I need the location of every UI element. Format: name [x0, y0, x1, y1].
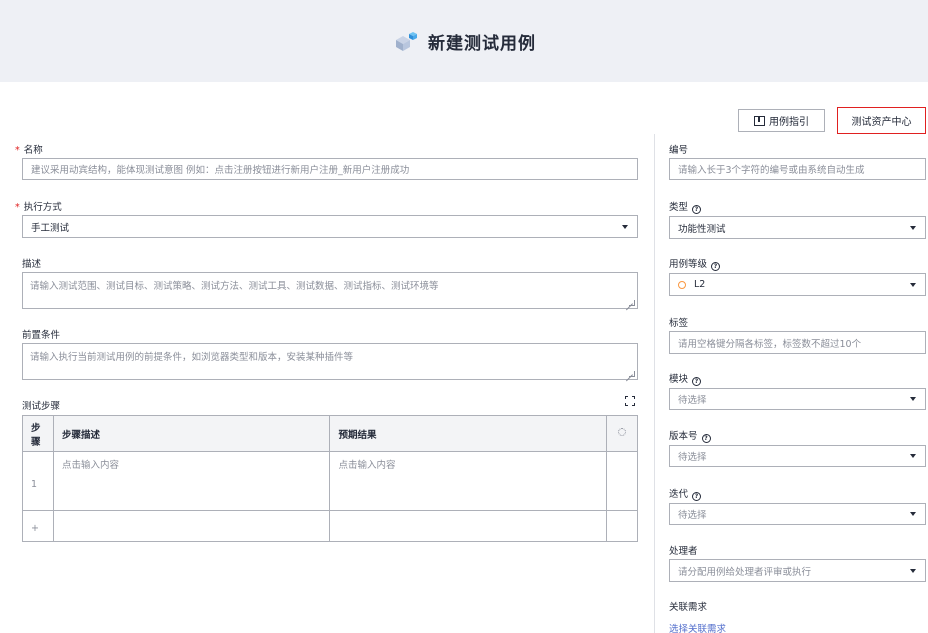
case-guide-label: 用例指引: [769, 117, 809, 128]
version-label: 版本号?: [669, 428, 711, 443]
column-settings-header[interactable]: [605, 415, 639, 452]
precondition-label: 前置条件: [22, 330, 61, 341]
test-asset-center-label: 测试资产中心: [851, 117, 912, 128]
step-expected-cell[interactable]: 点击输入内容: [329, 451, 607, 511]
table-header-row: 步骤 步骤描述 预期结果: [22, 415, 639, 452]
step-description-cell[interactable]: 点击输入内容: [52, 451, 331, 511]
description-textarea[interactable]: 请输入测试范围、测试目标、测试策略、测试方法、测试工具、测试数据、测试指标、测试…: [22, 272, 638, 309]
help-icon[interactable]: ?: [692, 377, 702, 386]
page-header: 新建测试用例: [0, 0, 928, 82]
tags-input[interactable]: 请用空格键分隔各标签，标签数不超过10个: [669, 331, 926, 354]
chevron-down-icon: [910, 568, 916, 573]
handler-select[interactable]: 请分配用例给处理者评审或执行: [669, 559, 926, 582]
tags-label: 标签: [669, 318, 689, 329]
step-actions-cell: [605, 510, 639, 542]
cube-logo-icon: [392, 30, 420, 52]
module-select[interactable]: 待选择: [669, 388, 926, 410]
chevron-down-icon: [622, 224, 628, 229]
exec-mode-label: * 执行方式: [15, 202, 62, 213]
level-circle-icon: [678, 280, 686, 289]
test-steps-label: 测试步骤: [22, 401, 61, 412]
table-row: +: [22, 510, 639, 542]
step-description-cell[interactable]: [52, 510, 331, 542]
step-expected-cell[interactable]: [329, 510, 607, 542]
name-label: * 名称: [15, 145, 43, 156]
gear-icon[interactable]: [617, 428, 626, 436]
required-mark: *: [15, 202, 20, 213]
help-icon[interactable]: ?: [711, 262, 721, 271]
test-steps-table: 步骤 步骤描述 预期结果 1 点击输入内容 点击输入内容 +: [22, 415, 639, 542]
exec-mode-select[interactable]: 手工测试: [22, 215, 638, 238]
requirement-label: 关联需求: [669, 602, 708, 613]
name-input[interactable]: 建议采用动宾结构，能体现测试意图 例如：点击注册按钮进行新用户注册_新用户注册成…: [22, 158, 638, 180]
case-level-label: 用例等级?: [669, 256, 721, 271]
number-label: 编号: [669, 145, 689, 156]
iteration-label: 迭代?: [669, 486, 702, 501]
precondition-textarea[interactable]: 请输入执行当前测试用例的前提条件，如浏览器类型和版本，安装某种插件等: [22, 343, 638, 380]
page-title: 新建测试用例: [428, 33, 536, 54]
column-header-expected: 预期结果: [329, 415, 607, 452]
resize-handle-icon[interactable]: [629, 371, 635, 377]
fullscreen-icon[interactable]: [625, 396, 635, 406]
help-icon[interactable]: ?: [701, 434, 711, 443]
step-number: 1: [22, 451, 54, 511]
type-label: 类型?: [669, 199, 702, 214]
add-step-button[interactable]: +: [22, 510, 54, 542]
required-mark: *: [15, 145, 20, 156]
type-select[interactable]: 功能性测试: [669, 216, 926, 239]
chevron-down-icon: [910, 512, 916, 516]
iteration-select[interactable]: 待选择: [669, 503, 926, 525]
resize-handle-icon[interactable]: [629, 300, 635, 306]
case-guide-button[interactable]: 用例指引: [738, 109, 825, 132]
chevron-down-icon: [910, 282, 916, 287]
help-icon[interactable]: ?: [692, 492, 702, 501]
column-header-step: 步骤: [22, 415, 54, 452]
table-row: 1 点击输入内容 点击输入内容: [22, 451, 639, 511]
select-requirement-link[interactable]: 选择关联需求: [669, 621, 726, 633]
module-label: 模块?: [669, 371, 702, 386]
case-level-select[interactable]: L2: [669, 273, 926, 296]
number-input[interactable]: 请输入长于3个字符的编号或由系统自动生成: [669, 158, 926, 180]
description-label: 描述: [22, 259, 42, 270]
chevron-down-icon: [910, 397, 916, 401]
column-divider: [654, 134, 655, 633]
help-icon[interactable]: ?: [692, 205, 702, 214]
book-icon: [754, 115, 765, 126]
step-actions-cell: [605, 451, 639, 511]
chevron-down-icon: [910, 454, 916, 458]
version-select[interactable]: 待选择: [669, 445, 926, 467]
chevron-down-icon: [910, 225, 916, 230]
handler-label: 处理者: [669, 546, 698, 557]
column-header-description: 步骤描述: [52, 415, 331, 452]
test-asset-center-button[interactable]: 测试资产中心: [837, 107, 926, 134]
